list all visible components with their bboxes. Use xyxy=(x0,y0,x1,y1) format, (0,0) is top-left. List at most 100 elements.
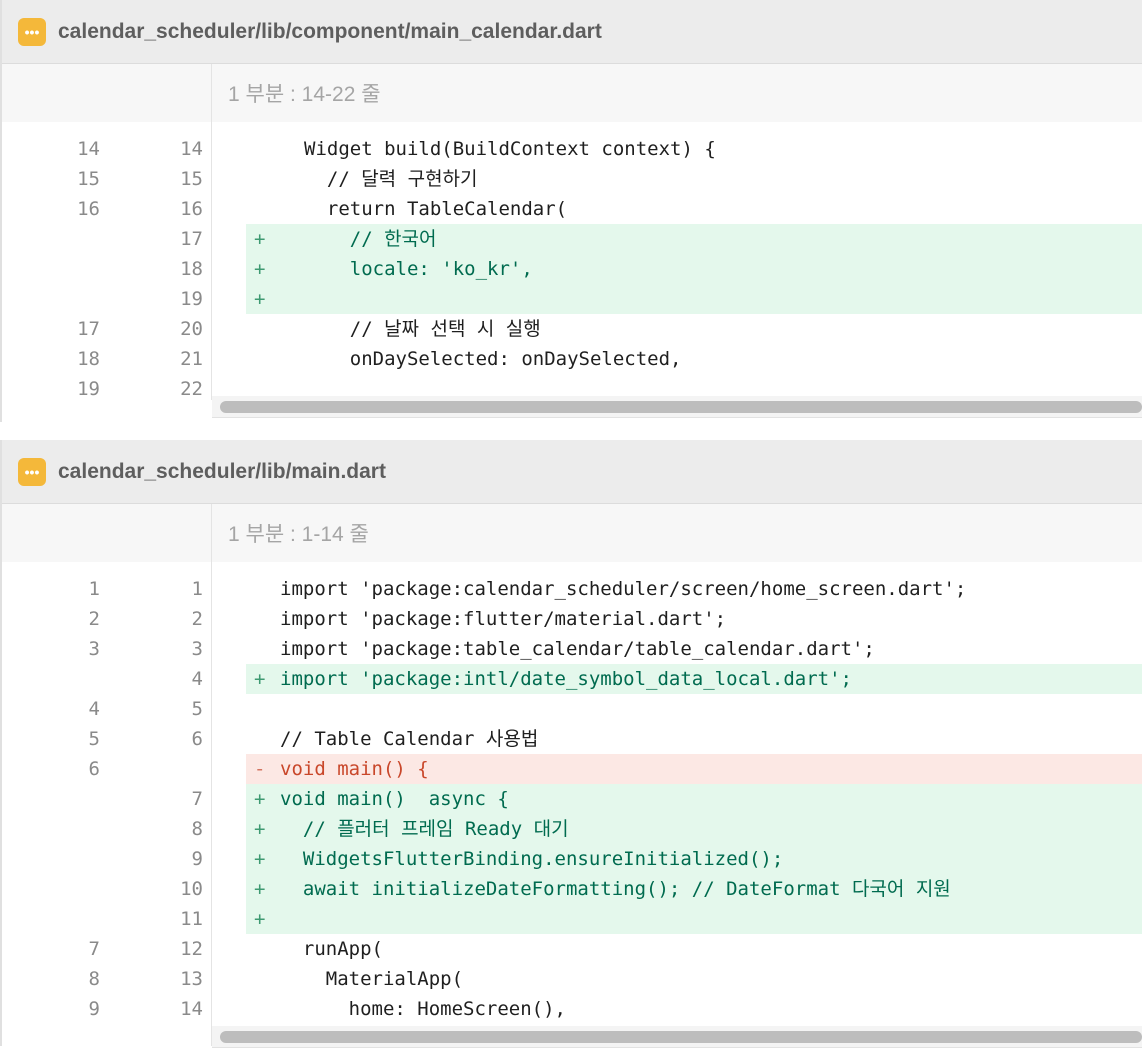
old-line-number: 9 xyxy=(88,998,100,1020)
new-line-number: 10 xyxy=(180,878,203,900)
new-line-number: 18 xyxy=(180,258,203,280)
old-line-number: 19 xyxy=(77,378,100,400)
hunk-label: 1 부분 : 14-22 줄 xyxy=(228,83,381,106)
old-line-number: 4 xyxy=(88,698,100,720)
code-text: MaterialApp( xyxy=(280,968,464,990)
code-text: import 'package:calendar_scheduler/scree… xyxy=(280,578,967,600)
line-content: import 'package:table_calendar/table_cal… xyxy=(246,634,1142,664)
diff-marker: + xyxy=(254,848,266,870)
diff-marker: + xyxy=(254,288,266,310)
diff-file: ••• calendar_scheduler/lib/component/mai… xyxy=(0,0,1142,422)
code-text: void main() async { xyxy=(280,788,509,810)
new-line-number: 22 xyxy=(180,378,203,400)
diff-line-added: 4 + import 'package:intl/date_symbol_data_… xyxy=(2,664,1142,694)
new-line-number: 6 xyxy=(191,728,203,750)
code-text: home: HomeScreen(), xyxy=(280,998,566,1020)
hunk-gutter xyxy=(2,504,212,562)
diff-line-removed: 6 - void main() { xyxy=(2,754,1142,784)
ellipsis-icon[interactable]: ••• xyxy=(18,457,46,486)
line-content: + // 한국어 xyxy=(246,224,1142,254)
old-line-number: 2 xyxy=(88,608,100,630)
new-line-number: 20 xyxy=(180,318,203,340)
code-text: Widget build(BuildContext context) { xyxy=(304,138,716,160)
diff-file: ••• calendar_scheduler/lib/main.dart 1 부… xyxy=(0,440,1142,1048)
diff-line: 16 16 return TableCalendar( xyxy=(2,194,1142,224)
diff-lines: 14 14 Widget build(BuildContext context) {… xyxy=(2,134,1142,404)
diff-line: 1 1 import 'package:calendar_scheduler/scr… xyxy=(2,574,1142,604)
code-text: return TableCalendar( xyxy=(304,198,568,220)
new-line-number: 21 xyxy=(180,348,203,370)
diff-marker: + xyxy=(254,228,266,250)
code-text: import 'package:flutter/material.dart'; xyxy=(280,608,727,630)
file-header[interactable]: ••• calendar_scheduler/lib/main.dart xyxy=(2,440,1142,504)
old-line-number: 3 xyxy=(88,638,100,660)
diff-line: 9 14 home: HomeScreen(), xyxy=(2,994,1142,1024)
line-content: + xyxy=(246,284,1142,314)
hunk-header: 1 부분 : 1-14 줄 xyxy=(2,504,1142,562)
ellipsis-icon[interactable]: ••• xyxy=(18,17,46,46)
diff-code-area: 1 1 import 'package:calendar_scheduler/scr… xyxy=(2,562,1142,1048)
line-content: runApp( xyxy=(246,934,1142,964)
new-line-number: 14 xyxy=(180,138,203,160)
diff-line: 17 20 // 날짜 선택 시 실행 xyxy=(2,314,1142,344)
diff-marker: + xyxy=(254,908,266,930)
diff-line-added: 7 + void main() async { xyxy=(2,784,1142,814)
horizontal-scrollbar[interactable] xyxy=(212,396,1142,418)
diff-line: 3 3 import 'package:table_calendar/table_c… xyxy=(2,634,1142,664)
line-content: import 'package:calendar_scheduler/scree… xyxy=(246,574,1142,604)
hunk-gutter xyxy=(2,64,212,122)
line-content: + locale: 'ko_kr', xyxy=(246,254,1142,284)
diff-code-area: 14 14 Widget build(BuildContext context) {… xyxy=(2,122,1142,418)
line-content: + // 플러터 프레임 Ready 대기 xyxy=(246,814,1142,844)
diff-line: 7 12 runApp( xyxy=(2,934,1142,964)
old-line-number: 14 xyxy=(77,138,100,160)
line-content: // Table Calendar 사용법 xyxy=(246,724,1142,754)
file-path: calendar_scheduler/lib/component/main_ca… xyxy=(58,19,602,43)
line-content: + WidgetsFlutterBinding.ensureInitialize… xyxy=(246,844,1142,874)
new-line-number: 8 xyxy=(191,818,203,840)
line-content: home: HomeScreen(), xyxy=(246,994,1142,1024)
diff-line-added: 18 + locale: 'ko_kr', xyxy=(2,254,1142,284)
old-line-number: 17 xyxy=(77,318,100,340)
code-text: // 달력 구현하기 xyxy=(304,168,478,190)
new-line-number: 4 xyxy=(191,668,203,690)
hunk-header: 1 부분 : 14-22 줄 xyxy=(2,64,1142,122)
line-content: onDaySelected: onDaySelected, xyxy=(246,344,1142,374)
diff-line-added: 9 + WidgetsFlutterBinding.ensureInitializ… xyxy=(2,844,1142,874)
code-text: import 'package:intl/date_symbol_data_lo… xyxy=(280,668,852,690)
diff-marker: + xyxy=(254,878,266,900)
old-line-number: 15 xyxy=(77,168,100,190)
code-text: import 'package:table_calendar/table_cal… xyxy=(280,638,875,660)
new-line-number: 11 xyxy=(180,908,203,930)
new-line-number: 1 xyxy=(191,578,203,600)
old-line-number: 7 xyxy=(88,938,100,960)
old-line-number: 6 xyxy=(88,758,100,780)
new-line-number: 16 xyxy=(180,198,203,220)
line-content: + void main() async { xyxy=(246,784,1142,814)
scrollbar-thumb[interactable] xyxy=(220,401,1142,413)
diff-line: 45 xyxy=(2,694,1142,724)
diff-marker: + xyxy=(254,258,266,280)
old-line-number: 18 xyxy=(77,348,100,370)
diff-line-added: 8 + // 플러터 프레임 Ready 대기 xyxy=(2,814,1142,844)
new-line-number: 7 xyxy=(191,788,203,810)
diff-marker: - xyxy=(254,758,266,780)
new-line-number: 15 xyxy=(180,168,203,190)
new-line-number: 17 xyxy=(180,228,203,250)
old-line-number: 16 xyxy=(77,198,100,220)
file-path: calendar_scheduler/lib/main.dart xyxy=(58,459,386,483)
diff-line: 18 21 onDaySelected: onDaySelected, xyxy=(2,344,1142,374)
code-text: // Table Calendar 사용법 xyxy=(280,728,539,750)
scrollbar-thumb[interactable] xyxy=(220,1031,1142,1043)
line-content: + xyxy=(246,904,1142,934)
file-header[interactable]: ••• calendar_scheduler/lib/component/mai… xyxy=(2,0,1142,64)
new-line-number: 9 xyxy=(191,848,203,870)
diff-marker: + xyxy=(254,818,266,840)
line-content: Widget build(BuildContext context) { xyxy=(246,134,1142,164)
line-content: // 달력 구현하기 xyxy=(246,164,1142,194)
diff-line: 2 2 import 'package:flutter/material.dart'… xyxy=(2,604,1142,634)
old-line-number: 5 xyxy=(88,728,100,750)
new-line-number: 12 xyxy=(180,938,203,960)
horizontal-scrollbar[interactable] xyxy=(212,1026,1142,1048)
new-line-number: 5 xyxy=(191,698,203,720)
